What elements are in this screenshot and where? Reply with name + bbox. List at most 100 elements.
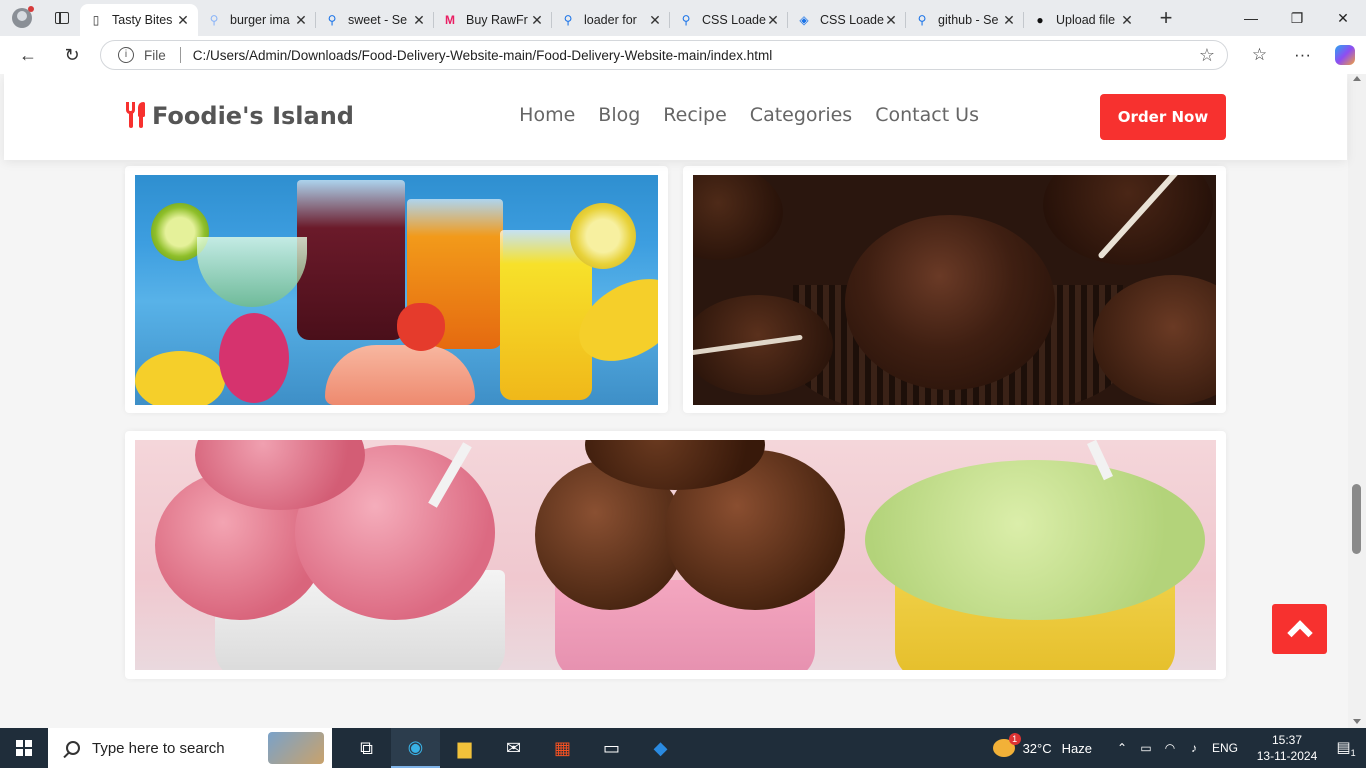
chevron-up-icon[interactable]: ⌃ bbox=[1110, 741, 1134, 755]
tab-actions-icon bbox=[55, 12, 69, 24]
window-controls: — ❐ ✕ bbox=[1228, 0, 1366, 36]
order-now-button[interactable]: Order Now bbox=[1100, 94, 1226, 140]
wifi-icon[interactable]: ◠ bbox=[1158, 741, 1182, 755]
search-placeholder: Type here to search bbox=[92, 739, 225, 757]
language-indicator[interactable]: ENG bbox=[1212, 741, 1238, 755]
close-icon[interactable]: ✕ bbox=[530, 12, 544, 29]
search-icon: ⚲ bbox=[209, 13, 219, 27]
brand-name: Foodie's Island bbox=[152, 102, 354, 130]
close-icon[interactable]: ✕ bbox=[1120, 12, 1134, 29]
terminal-icon[interactable]: ▭ bbox=[587, 728, 636, 768]
tab-title: sweet - Se bbox=[348, 13, 408, 27]
tab-title: burger ima bbox=[230, 13, 290, 27]
tab-loader[interactable]: ⚲ loader for ✕ bbox=[552, 4, 670, 36]
github-icon: ● bbox=[1036, 13, 1044, 27]
browser-toolbar: ← ↻ i File C:/Users/Admin/Downloads/Food… bbox=[0, 36, 1366, 74]
myntra-icon: M bbox=[445, 13, 455, 27]
battery-icon[interactable]: ▭ bbox=[1134, 741, 1158, 755]
tab-css-loader-1[interactable]: ⚲ CSS Loade ✕ bbox=[670, 4, 788, 36]
tab-tasty-bites[interactable]: ▯ Tasty Bites ✕ bbox=[80, 4, 198, 36]
scrollbar-thumb[interactable] bbox=[1352, 484, 1361, 554]
scroll-down-arrow[interactable] bbox=[1353, 719, 1361, 724]
site-logo[interactable]: Foodie's Island bbox=[124, 102, 354, 130]
close-icon[interactable]: ✕ bbox=[884, 12, 898, 29]
close-icon[interactable]: ✕ bbox=[412, 12, 426, 29]
windows-icon bbox=[16, 740, 32, 756]
clock[interactable]: 15:37 13-11-2024 bbox=[1248, 732, 1326, 764]
new-tab-button[interactable]: + bbox=[1148, 5, 1184, 31]
copilot-icon[interactable] bbox=[1335, 45, 1355, 65]
tab-sweet[interactable]: ⚲ sweet - Se ✕ bbox=[316, 4, 434, 36]
close-icon[interactable]: ✕ bbox=[766, 12, 780, 29]
notification-center-icon[interactable]: ▤1 bbox=[1326, 738, 1366, 758]
edge-icon[interactable]: ◉ bbox=[391, 728, 440, 768]
file-explorer-icon[interactable]: ▆ bbox=[440, 728, 489, 768]
close-icon[interactable]: ✕ bbox=[1002, 12, 1016, 29]
search-icon: ⚲ bbox=[327, 13, 337, 27]
page-icon: ▯ bbox=[92, 13, 100, 27]
start-button[interactable] bbox=[0, 728, 48, 768]
url-text[interactable]: C:/Users/Admin/Downloads/Food-Delivery-W… bbox=[193, 48, 772, 63]
store-icon[interactable]: ▦ bbox=[538, 728, 587, 768]
scheme-label: File bbox=[144, 47, 166, 63]
main-menu: Home Blog Recipe Categories Contact Us bbox=[519, 104, 979, 126]
page-viewport: Foodie's Island Home Blog Recipe Categor… bbox=[0, 74, 1366, 728]
minimize-button[interactable]: — bbox=[1228, 0, 1274, 36]
profile-button[interactable] bbox=[0, 0, 44, 36]
close-icon[interactable]: ✕ bbox=[176, 12, 190, 29]
vscode-icon[interactable]: ◆ bbox=[636, 728, 685, 768]
gallery-card-ice-cream bbox=[125, 431, 1226, 679]
notification-count: 1 bbox=[1350, 748, 1356, 758]
system-tray: 1 32°C Haze ⌃ ▭ ◠ ♪ ENG 15:37 13-11-2024… bbox=[992, 728, 1366, 768]
volume-icon[interactable]: ♪ bbox=[1182, 741, 1206, 755]
info-icon[interactable]: i bbox=[118, 47, 134, 63]
favorites-icon[interactable]: ☆ bbox=[1238, 45, 1281, 65]
task-view-icon[interactable]: ⧉ bbox=[342, 728, 391, 768]
search-highlight-image bbox=[268, 732, 324, 764]
weather-condition[interactable]: Haze bbox=[1062, 741, 1092, 756]
mail-icon[interactable]: ✉ bbox=[489, 728, 538, 768]
pinned-apps: ⧉ ◉ ▆ ✉ ▦ ▭ ◆ bbox=[342, 728, 685, 768]
taskbar: Type here to search ⧉ ◉ ▆ ✉ ▦ ▭ ◆ 1 32°C… bbox=[0, 728, 1366, 768]
notification-dot bbox=[28, 6, 34, 12]
nav-link-categories[interactable]: Categories bbox=[750, 104, 852, 126]
tab-upload-file[interactable]: ● Upload file ✕ bbox=[1024, 4, 1142, 36]
tab-title: loader for bbox=[584, 13, 637, 27]
drinks-image bbox=[135, 175, 658, 405]
tab-title: Buy RawFr bbox=[466, 13, 528, 27]
tab-title: CSS Loade bbox=[702, 13, 766, 27]
tab-burger[interactable]: ⚲ burger ima ✕ bbox=[198, 4, 316, 36]
tab-actions-button[interactable] bbox=[44, 0, 80, 36]
taskbar-search[interactable]: Type here to search bbox=[48, 728, 332, 768]
close-icon[interactable]: ✕ bbox=[648, 12, 662, 29]
utensils-icon bbox=[124, 102, 148, 130]
restore-button[interactable]: ❐ bbox=[1274, 0, 1320, 36]
more-options-icon[interactable]: ··· bbox=[1281, 45, 1324, 65]
tab-rawfr[interactable]: M Buy RawFr ✕ bbox=[434, 4, 552, 36]
tab-github-search[interactable]: ⚲ github - Se ✕ bbox=[906, 4, 1024, 36]
tab-title: github - Se bbox=[938, 13, 999, 27]
tab-css-loader-2[interactable]: ◈ CSS Loade ✕ bbox=[788, 4, 906, 36]
nav-link-recipe[interactable]: Recipe bbox=[663, 104, 727, 126]
search-icon: ⚲ bbox=[681, 13, 691, 27]
scroll-up-arrow[interactable] bbox=[1353, 76, 1361, 81]
weather-icon[interactable]: 1 bbox=[992, 733, 1021, 757]
stack-icon: ◈ bbox=[799, 13, 809, 27]
close-icon[interactable]: ✕ bbox=[294, 12, 308, 29]
clock-date: 13-11-2024 bbox=[1256, 749, 1318, 763]
nav-link-blog[interactable]: Blog bbox=[598, 104, 640, 126]
weather-temp[interactable]: 32°C bbox=[1023, 741, 1052, 756]
tab-title: Tasty Bites bbox=[112, 13, 173, 27]
favorite-star-icon[interactable]: ☆ bbox=[1199, 45, 1215, 66]
close-window-button[interactable]: ✕ bbox=[1320, 0, 1366, 36]
back-button[interactable]: ← bbox=[6, 36, 50, 74]
page-scrollbar[interactable] bbox=[1348, 74, 1366, 728]
tab-title: Upload file bbox=[1056, 13, 1116, 27]
gallery-card-chocolates bbox=[683, 166, 1226, 413]
nav-link-contact[interactable]: Contact Us bbox=[875, 104, 979, 126]
weather-badge: 1 bbox=[1008, 733, 1021, 745]
nav-link-home[interactable]: Home bbox=[519, 104, 575, 126]
address-bar[interactable]: i File C:/Users/Admin/Downloads/Food-Del… bbox=[100, 40, 1228, 70]
scroll-to-top-button[interactable] bbox=[1272, 604, 1327, 654]
refresh-button[interactable]: ↻ bbox=[50, 36, 94, 74]
